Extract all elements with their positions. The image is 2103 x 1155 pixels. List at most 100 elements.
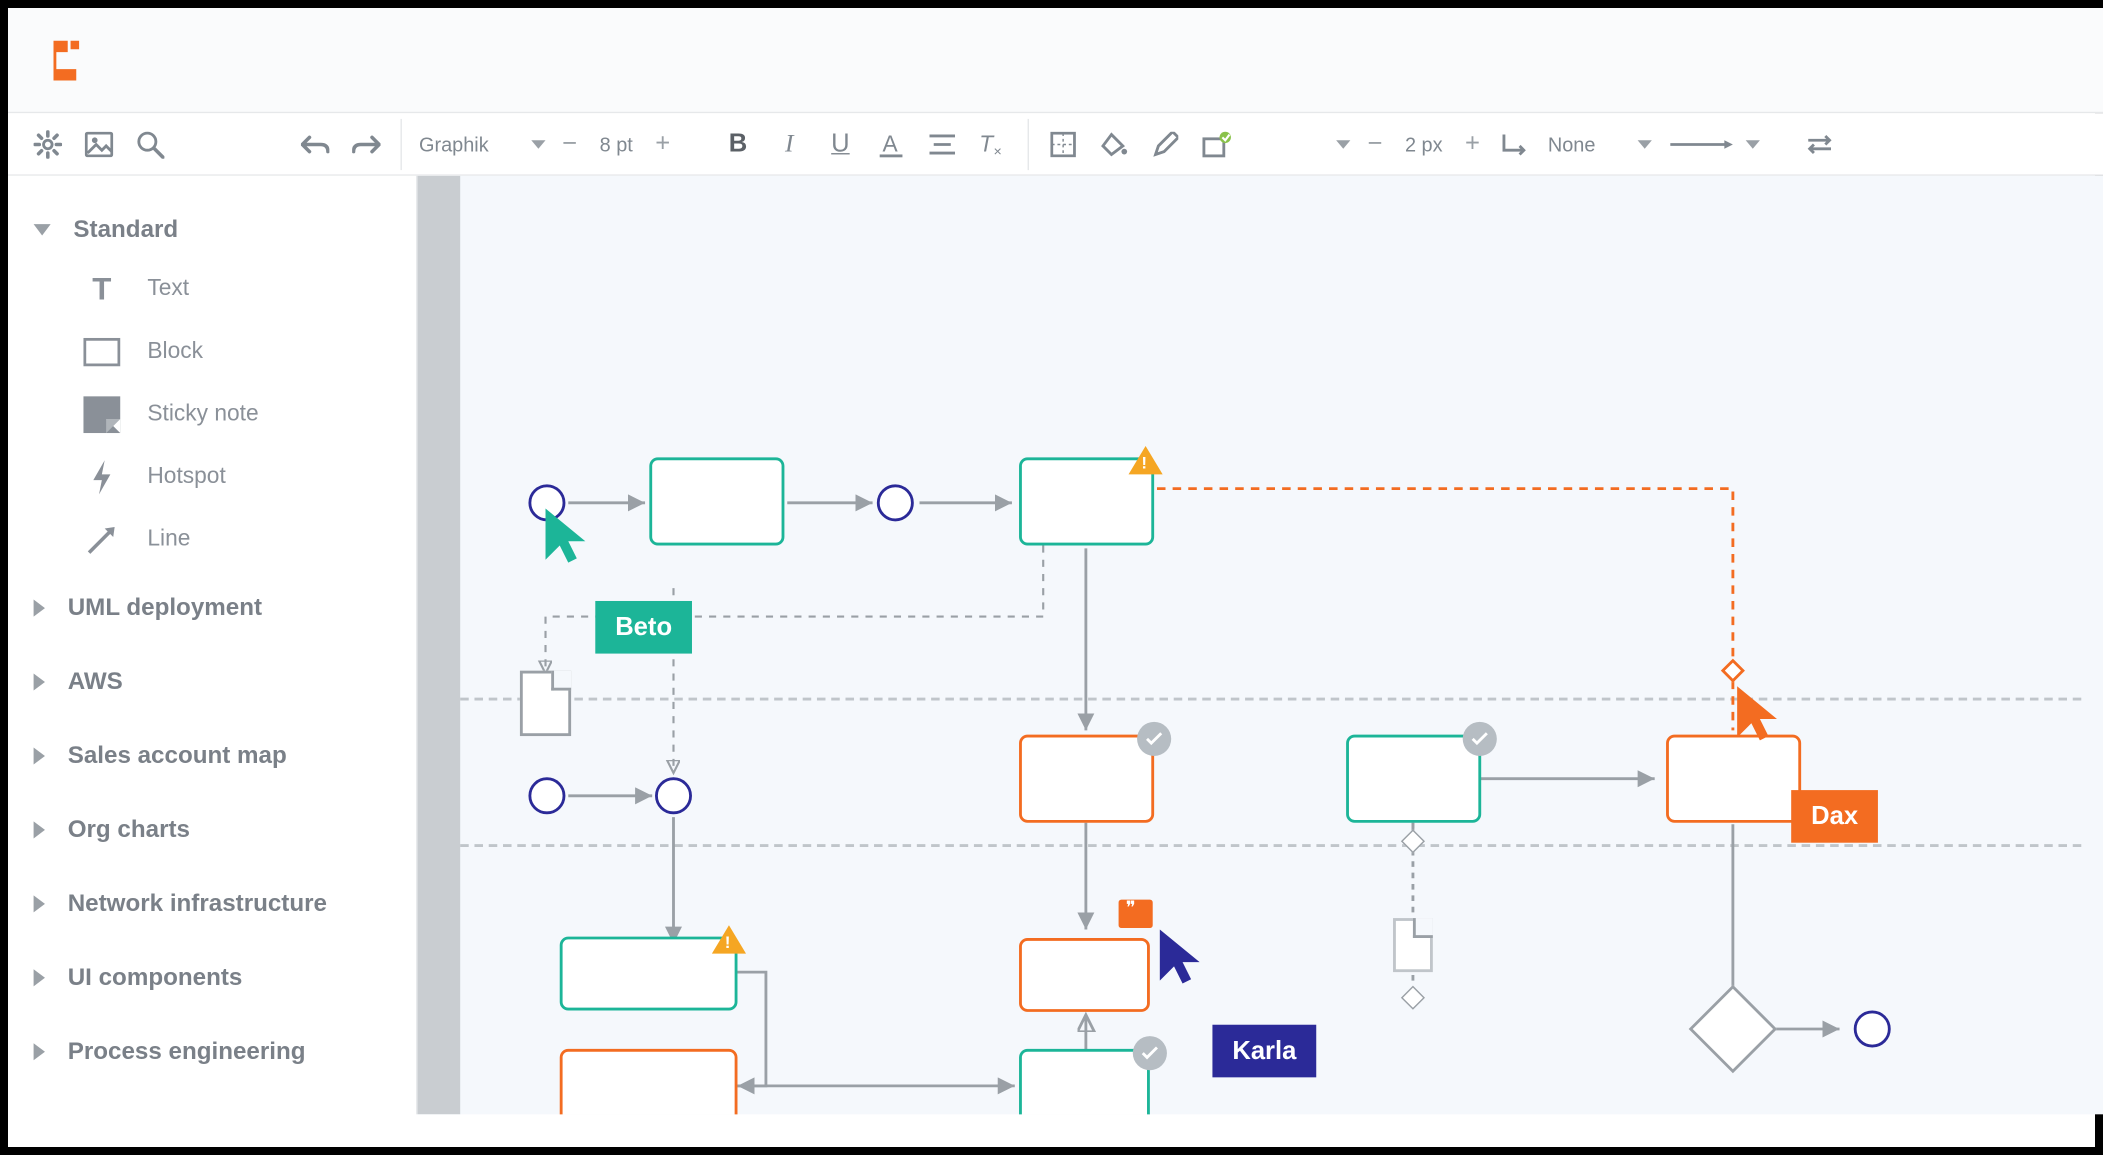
shape-sticky-note[interactable]: Sticky note [25,383,399,446]
app-logo [48,37,82,83]
svg-text:A: A [883,130,899,156]
text-color-button[interactable]: A [866,118,917,169]
align-button[interactable] [917,118,968,169]
decrement-button[interactable]: − [554,129,585,159]
font-family-value: Graphik [419,132,489,155]
document-shape[interactable] [1393,918,1433,972]
topbar: Present Share [8,8,2103,113]
shape-style-button[interactable] [1192,118,1243,169]
cursor-label-beto: Beto [595,601,692,654]
section-sales-account-map[interactable]: Sales account map [25,719,399,793]
section-label: Process engineering [68,1038,306,1066]
cursor-label-dax: Dax [1791,790,1878,843]
italic-button[interactable]: I [764,118,815,169]
section-network-infrastructure[interactable]: Network infrastructure [25,867,399,941]
chevron-down-icon [34,224,51,235]
border-button[interactable] [1038,118,1089,169]
process-box[interactable] [1019,938,1150,1012]
process-box[interactable] [1019,735,1154,823]
line-style-select[interactable]: None [1539,118,1661,169]
shape-hotspot[interactable]: Hotspot [25,446,399,509]
image-button[interactable] [73,118,124,169]
line-type-button[interactable] [1661,118,1746,169]
pen-button[interactable] [1140,118,1191,169]
shape-label: Line [147,527,190,553]
gateway-small[interactable] [1721,659,1745,683]
chevron-right-icon [34,969,45,986]
settings-button[interactable] [22,118,73,169]
shape-label: Sticky note [147,402,258,428]
intermediate-node[interactable] [877,484,914,521]
section-label: Sales account map [68,742,287,770]
swap-direction-button[interactable] [1794,118,1845,169]
section-process-engineering[interactable]: Process engineering [25,1015,399,1089]
section-label: Network infrastructure [68,890,327,918]
chevron-down-icon [531,140,545,149]
shapes-panel: Standard T Text Block Sticky note Hotspo… [8,176,418,1115]
process-box[interactable] [649,457,784,545]
shape-label: Text [147,277,189,303]
document-shape[interactable] [520,671,571,736]
process-box[interactable] [1666,735,1801,823]
process-box[interactable] [560,1049,738,1114]
intermediate-node[interactable] [655,777,692,814]
underline-button[interactable]: U [815,118,866,169]
increment-button[interactable]: + [647,129,678,159]
shape-label: Block [147,339,203,365]
font-size-value: 8 pt [585,132,647,155]
chevron-right-icon [34,600,45,617]
shape-label: Hotspot [147,464,225,490]
section-standard[interactable]: Standard [25,201,399,258]
line-shape-select[interactable] [1328,118,1359,169]
redo-button[interactable] [341,118,392,169]
clear-format-button[interactable]: T× [968,118,1019,169]
section-label: UI components [68,964,243,992]
block-icon [82,332,122,372]
section-aws[interactable]: AWS [25,645,399,719]
start-node[interactable] [528,777,565,814]
font-size-stepper[interactable]: − 8 pt + [554,129,678,159]
fill-button[interactable] [1089,118,1140,169]
check-badge [1133,1036,1167,1070]
warning-badge [712,925,746,953]
line-width-value: 2 px [1391,132,1457,155]
increment-button[interactable]: + [1457,129,1488,159]
section-label: UML deployment [68,594,262,622]
line-width-stepper[interactable]: − 2 px + [1359,129,1488,159]
chevron-right-icon [34,747,45,764]
comment-badge[interactable] [1119,900,1153,928]
shape-text[interactable]: T Text [25,258,399,321]
end-node[interactable] [1854,1011,1891,1048]
line-style-value: None [1548,132,1596,155]
bold-button[interactable]: B [712,118,763,169]
search-button[interactable] [125,118,176,169]
section-label: AWS [68,668,123,696]
cursor-label-karla: Karla [1212,1025,1316,1078]
process-box[interactable] [560,937,738,1011]
undo-button[interactable] [290,118,341,169]
process-box[interactable] [1346,735,1481,823]
section-uml-deployment[interactable]: UML deployment [25,571,399,645]
chevron-right-icon [34,1043,45,1060]
decision-gateway[interactable] [1689,985,1777,1073]
cursor-icon [1157,927,1208,987]
section-label: Standard [73,216,178,244]
canvas[interactable]: Beto Karla Dax [418,176,2103,1115]
font-family-select[interactable]: Graphik [410,118,554,169]
section-org-charts[interactable]: Org charts [25,793,399,867]
toolbar: Graphik − 8 pt + B I U A T× − 2 px + Non… [8,113,2103,176]
shape-block[interactable]: Block [25,321,399,384]
check-badge [1137,722,1171,756]
lightning-icon [82,457,122,497]
decrement-button[interactable]: − [1359,129,1390,159]
line-routing-button[interactable] [1488,118,1539,169]
gateway-small[interactable] [1401,986,1425,1010]
line-icon [82,520,122,560]
chevron-down-icon [1337,140,1351,149]
text-icon: T [82,270,122,310]
swimlane-divider [460,698,2081,701]
section-ui-components[interactable]: UI components [25,941,399,1015]
gateway-small[interactable] [1401,829,1425,853]
shape-line[interactable]: Line [25,509,399,572]
process-box[interactable] [1019,1049,1150,1114]
